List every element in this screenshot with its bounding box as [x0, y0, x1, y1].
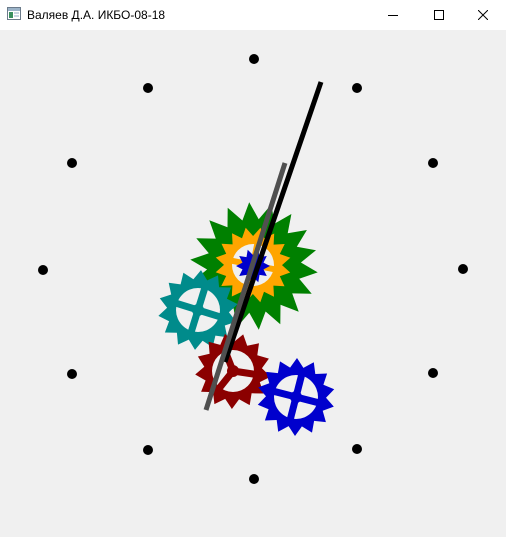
- app-window: Валяев Д.А. ИКБО-08-18: [0, 0, 506, 537]
- hour-marker: [249, 54, 259, 64]
- hour-marker: [67, 369, 77, 379]
- hour-marker: [143, 83, 153, 93]
- hour-marker: [428, 158, 438, 168]
- blue-gear-hub: [290, 391, 302, 403]
- hour-marker: [458, 264, 468, 274]
- hour-marker: [143, 445, 153, 455]
- app-window-icon: [7, 7, 21, 20]
- dark-red-gear-hub: [227, 365, 239, 377]
- hour-marker: [352, 83, 362, 93]
- close-button[interactable]: [460, 0, 506, 30]
- minimize-icon: [388, 15, 398, 16]
- hour-marker: [428, 368, 438, 378]
- close-icon: [478, 10, 488, 20]
- hour-marker: [249, 474, 259, 484]
- hour-marker: [38, 265, 48, 275]
- maximize-icon: [434, 10, 444, 20]
- minimize-button[interactable]: [370, 0, 416, 30]
- hour-marker: [352, 444, 362, 454]
- window-title: Валяев Д.А. ИКБО-08-18: [27, 8, 166, 22]
- maximize-button[interactable]: [416, 0, 462, 30]
- title-bar[interactable]: Валяев Д.А. ИКБО-08-18: [0, 0, 506, 30]
- blue-gear: [257, 358, 335, 436]
- teal-gear-hub: [192, 304, 204, 316]
- hour-marker: [67, 158, 77, 168]
- clock-canvas: [38, 54, 468, 484]
